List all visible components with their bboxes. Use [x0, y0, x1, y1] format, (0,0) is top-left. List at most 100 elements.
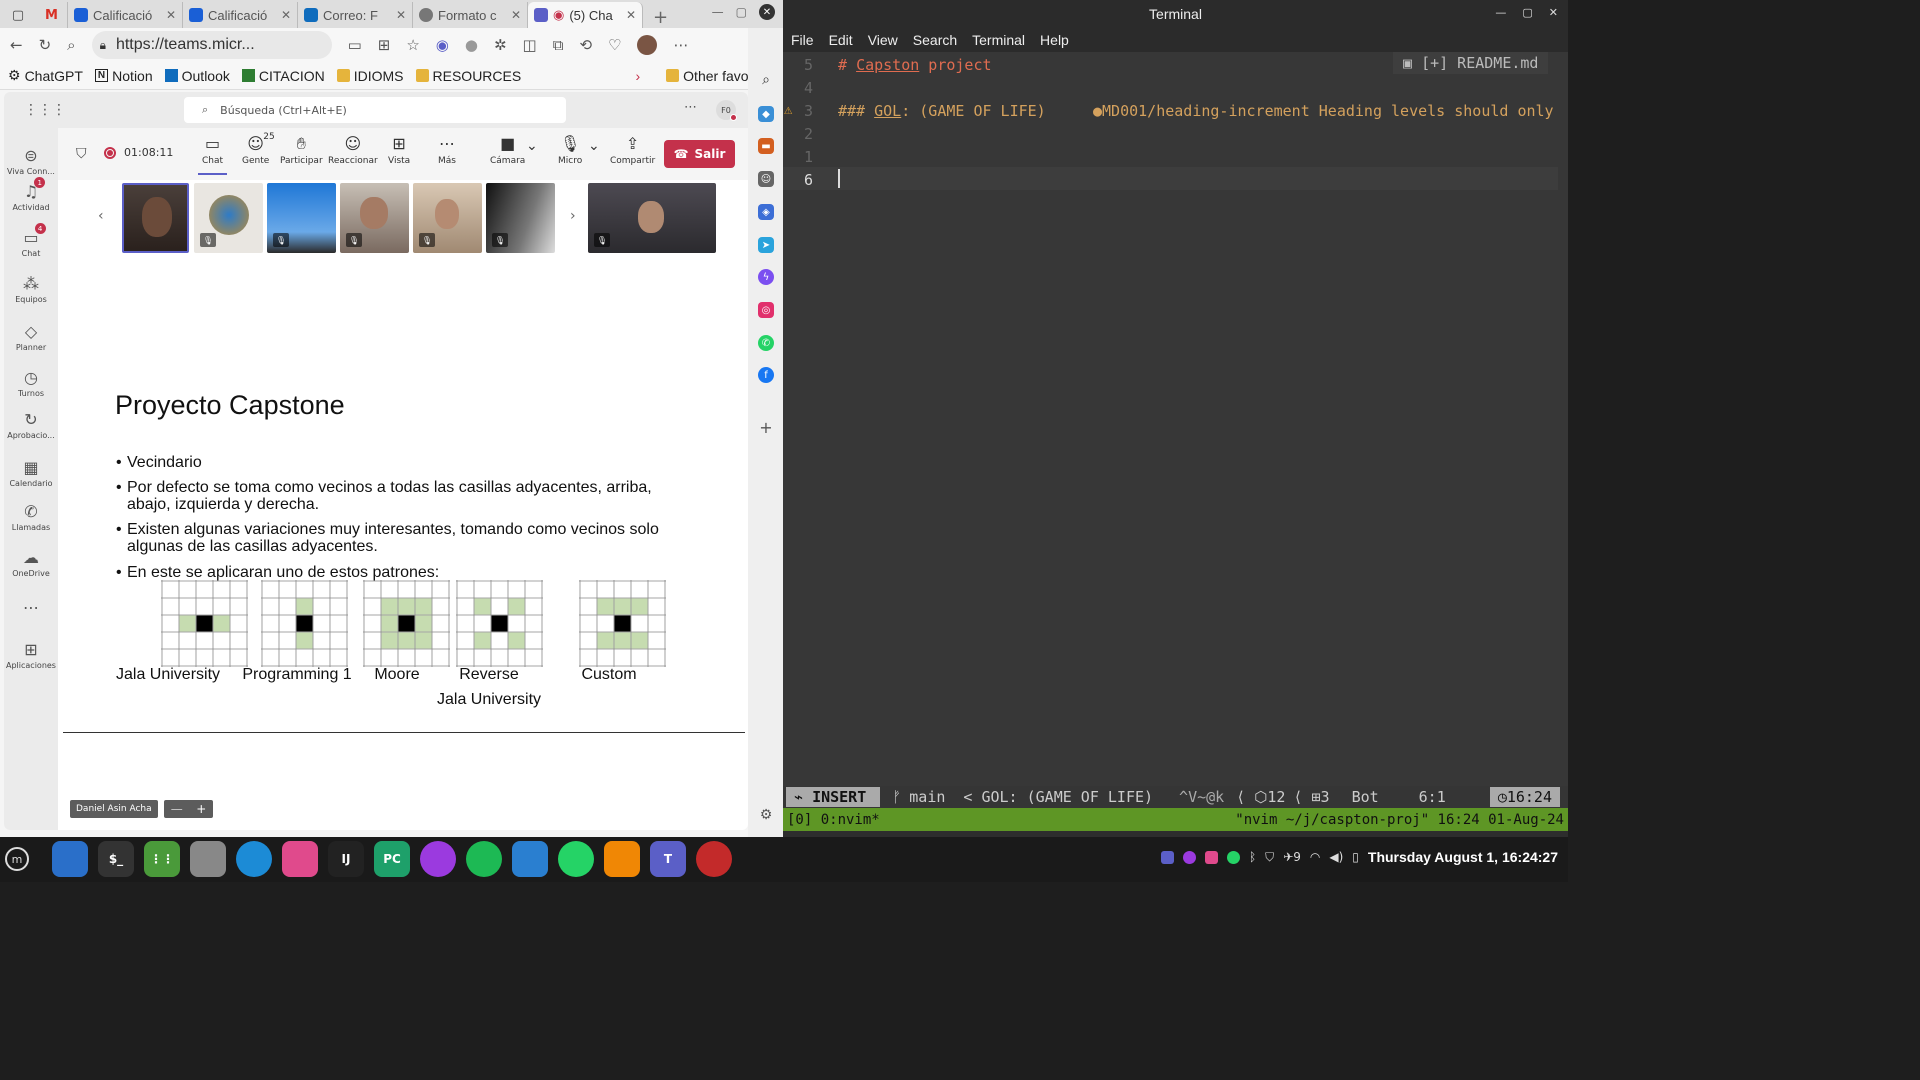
split-screen-icon[interactable]: ◫ [523, 36, 537, 54]
app-terminal-icon[interactable]: $_ [98, 841, 134, 877]
chevron-down-icon[interactable]: ⌄ [588, 138, 600, 154]
copilot-icon[interactable]: ◈ [758, 204, 774, 220]
address-bar[interactable]: 🔒︎ https://teams.micr... [91, 31, 332, 59]
meeting-button-gente[interactable]: ☺ 25 Gente [242, 132, 275, 166]
close-icon[interactable]: ✕ [626, 8, 636, 22]
favorite-citacion[interactable]: CITACION [241, 68, 325, 84]
rail-item-onedrive[interactable]: ☁ OneDrive [4, 548, 58, 578]
wifi-icon[interactable]: ◠ [1310, 850, 1320, 864]
messenger-icon[interactable]: ϟ [758, 269, 774, 285]
whatsapp-icon[interactable]: ✆ [758, 335, 774, 351]
app-firefox-icon[interactable] [420, 841, 456, 877]
rail-item-aprobacio[interactable]: ↻ Aprobacio... [4, 410, 58, 440]
reload-icon[interactable]: ↻ [39, 36, 52, 54]
app-settings-icon[interactable] [190, 841, 226, 877]
close-window-icon[interactable]: ✕ [759, 4, 775, 20]
battery-icon[interactable]: ▯ [1352, 850, 1359, 864]
zoom-out-icon[interactable]: — [171, 802, 183, 816]
meeting-button-camara[interactable]: ■ Cámara [490, 134, 525, 166]
app-jetbrains-toolbox-icon[interactable] [282, 841, 318, 877]
app-teams-icon[interactable]: T [650, 841, 686, 877]
rail-item-equipos[interactable]: ⁂ Equipos [4, 274, 58, 304]
rail-item-more[interactable]: ⋯ [4, 598, 58, 617]
meeting-button-mas[interactable]: ⋯ Más [438, 134, 456, 166]
app-whatsapp-icon[interactable] [558, 841, 594, 877]
user-avatar[interactable]: F0 [716, 100, 737, 121]
menu-item-view[interactable]: View [868, 32, 898, 48]
app-launcher-icon[interactable]: ⋮⋮⋮ [24, 102, 66, 118]
profile-avatar[interactable] [637, 35, 658, 55]
favorite-idioms[interactable]: IDIOMS [336, 68, 404, 84]
app-app-grid-icon[interactable]: ⋮⋮ [144, 841, 180, 877]
menu-item-search[interactable]: Search [913, 32, 957, 48]
settings-gear-icon[interactable]: ⚙︎ [758, 807, 774, 823]
meeting-button-reaccionar[interactable]: ☺ Reaccionar [328, 134, 378, 166]
buffer-tab[interactable]: ▣ [+] README.md [1393, 52, 1549, 74]
meeting-button-compartir[interactable]: ⇪ Compartir [610, 134, 655, 166]
rail-item-llamadas[interactable]: ✆ Llamadas [4, 502, 58, 532]
favorite-outlook[interactable]: Outlook [164, 68, 230, 84]
browser-tab[interactable]: Calificació ✕ [183, 2, 298, 28]
rail-item-viva-conn[interactable]: ⊜ Viva Conn... [4, 146, 58, 176]
menu-item-help[interactable]: Help [1040, 32, 1069, 48]
maximize-icon[interactable]: ▢ [736, 5, 747, 19]
chevron-right-icon[interactable]: › [636, 68, 641, 84]
teams-search-input[interactable]: ⌕ Búsqueda (Ctrl+Alt+E) [184, 97, 566, 123]
collections-icon[interactable]: ⧉ [553, 36, 564, 54]
close-icon[interactable]: ✕ [511, 8, 521, 22]
browser-tab[interactable]: Formato c ✕ [413, 2, 528, 28]
rail-item-actividad[interactable]: ♫ 1 Actividad [4, 177, 58, 212]
performance-icon[interactable]: ♡ [608, 36, 621, 54]
app-edge-icon[interactable] [236, 841, 272, 877]
menu-dots-icon[interactable]: ⋯ [673, 36, 688, 54]
favorite-star-icon[interactable]: ☆ [406, 36, 419, 54]
menu-item-edit[interactable]: Edit [829, 32, 853, 48]
jetbrains-tray-icon[interactable] [1204, 850, 1218, 864]
minimize-icon[interactable]: — [712, 5, 724, 19]
meeting-button-chat[interactable]: ▭ Chat [197, 134, 228, 175]
rail-item-turnos[interactable]: ◷ Turnos [4, 368, 58, 398]
instagram-icon[interactable]: ◎ [758, 302, 774, 318]
tmux-window[interactable]: [0] 0:nvim* [787, 812, 880, 828]
new-tab-icon[interactable]: + [643, 7, 678, 28]
app-intellij-icon[interactable]: IJ [328, 841, 364, 877]
app-pycharm-icon[interactable]: PC [374, 841, 410, 877]
meeting-button-vista[interactable]: ⊞ Vista [388, 134, 410, 166]
firefox-tray-icon[interactable] [1182, 850, 1196, 864]
briefcase-icon[interactable]: ▬ [758, 138, 774, 154]
menu-item-terminal[interactable]: Terminal [972, 32, 1025, 48]
app-drawio-icon[interactable] [604, 841, 640, 877]
favorite-notion[interactable]: N Notion [94, 68, 153, 84]
participant-video[interactable]: 🎙︎ [267, 183, 336, 253]
search-icon[interactable]: ⌕ [67, 36, 75, 54]
rail-item-aplicaciones[interactable]: ⊞ Aplicaciones [4, 640, 58, 670]
extension-icon[interactable]: ◉ [436, 36, 449, 54]
chevron-down-icon[interactable]: ⌄ [526, 138, 538, 154]
participant-video[interactable]: 🎙︎ [340, 183, 409, 253]
participant-video[interactable]: 🎙︎ [486, 183, 555, 253]
system-logo-icon[interactable]: m [5, 847, 29, 871]
favorite-resources[interactable]: RESOURCES [415, 68, 521, 84]
extensions-icon[interactable]: ✲ [494, 36, 507, 54]
apps-icon[interactable]: ⊞ [378, 36, 391, 54]
app-monitor-icon[interactable] [512, 841, 548, 877]
teams-tray-icon[interactable] [1160, 850, 1174, 864]
tag-icon[interactable]: ◆ [758, 106, 774, 122]
meeting-button-micro[interactable]: 🎙︎ Micro [558, 134, 582, 166]
minimize-icon[interactable]: — [1495, 6, 1506, 19]
shield-icon[interactable]: ⛉ [1265, 850, 1274, 865]
volume-icon[interactable]: ◀︎) [1329, 850, 1343, 864]
rail-item-planner[interactable]: ◇ Planner [4, 322, 58, 352]
facebook-icon[interactable]: f [758, 367, 774, 383]
app-spotify-icon[interactable] [466, 841, 502, 877]
close-icon[interactable]: ✕ [166, 8, 176, 22]
gmail-tab[interactable]: M [36, 2, 68, 28]
app-recorder-icon[interactable] [696, 841, 732, 877]
tab-actions-icon[interactable]: ▢ [0, 2, 36, 28]
chevron-left-icon[interactable]: ‹ [98, 208, 104, 224]
menu-item-file[interactable]: File [791, 32, 814, 48]
search-icon[interactable]: ⌕ [758, 72, 774, 88]
rail-item-calendario[interactable]: ▦ Calendario [4, 458, 58, 488]
close-icon[interactable]: ✕ [1549, 6, 1558, 19]
participant-video[interactable]: 🎙︎ [588, 183, 716, 253]
